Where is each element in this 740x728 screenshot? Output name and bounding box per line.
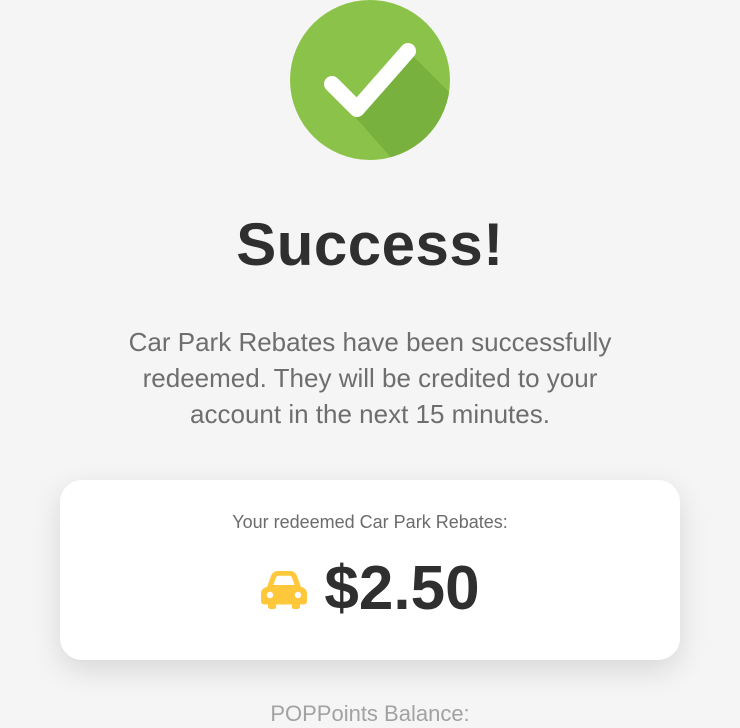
poppoints-balance-label: POPPoints Balance: bbox=[270, 701, 470, 726]
redeemed-rebates-card: Your redeemed Car Park Rebates: $2.50 bbox=[60, 480, 680, 660]
redeemed-rebates-amount: $2.50 bbox=[324, 554, 480, 623]
redeemed-rebates-label: Your redeemed Car Park Rebates: bbox=[232, 512, 508, 532]
redeemed-rebates-amount-row: $2.50 bbox=[60, 554, 680, 624]
success-title: Success! bbox=[236, 211, 504, 278]
car-icon bbox=[261, 571, 308, 609]
success-message: Car Park Rebates have been successfully … bbox=[128, 327, 612, 429]
check-circle-icon bbox=[290, 0, 450, 160]
success-screen: Success! Car Park Rebates have been succ… bbox=[0, 0, 740, 728]
